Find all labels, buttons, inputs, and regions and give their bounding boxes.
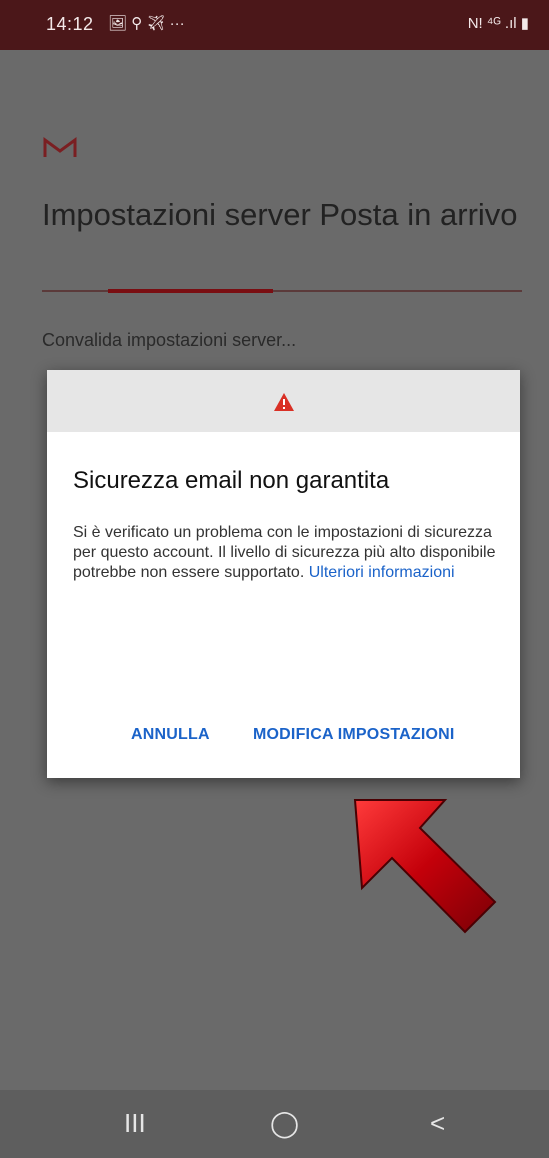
gmail-logo-icon [43, 137, 77, 157]
modify-settings-button[interactable]: MODIFICA IMPOSTAZIONI [253, 726, 455, 744]
more-info-link[interactable]: Ulteriori informazioni [309, 564, 455, 581]
status-time: 14:12 [46, 14, 94, 34]
status-bar: 14:12 🖼 ⚲ ✈ ··· N! ⁴ᴳ .ıl ▮ [0, 0, 549, 50]
account-setup-screen: Impostazioni server Posta in arrivo Conv… [0, 50, 549, 1090]
progress-indicator [108, 289, 273, 293]
signal-battery-icons: N! ⁴ᴳ .ıl ▮ [467, 15, 529, 32]
navigation-bar: III ◯ < [0, 1090, 549, 1158]
cancel-button[interactable]: ANNULLA [131, 726, 210, 744]
pointer-arrow-icon [353, 799, 497, 934]
security-warning-dialog: Sicurezza email non garantita Si è verif… [47, 370, 520, 778]
notification-icons: 🖼 ⚲ ✈ ··· [108, 15, 185, 32]
progress-bar [42, 289, 522, 293]
validation-status: Convalida impostazioni server... [42, 330, 297, 350]
dialog-header [47, 370, 520, 432]
page-title: Impostazioni server Posta in arrivo [42, 197, 518, 232]
warning-icon [274, 393, 294, 411]
recent-apps-button[interactable]: III [124, 1108, 146, 1139]
dialog-message: Si è verificato un problema con le impos… [73, 523, 503, 583]
back-button[interactable]: < [430, 1108, 445, 1139]
home-button[interactable]: ◯ [270, 1108, 299, 1139]
dialog-title: Sicurezza email non garantita [73, 467, 390, 494]
